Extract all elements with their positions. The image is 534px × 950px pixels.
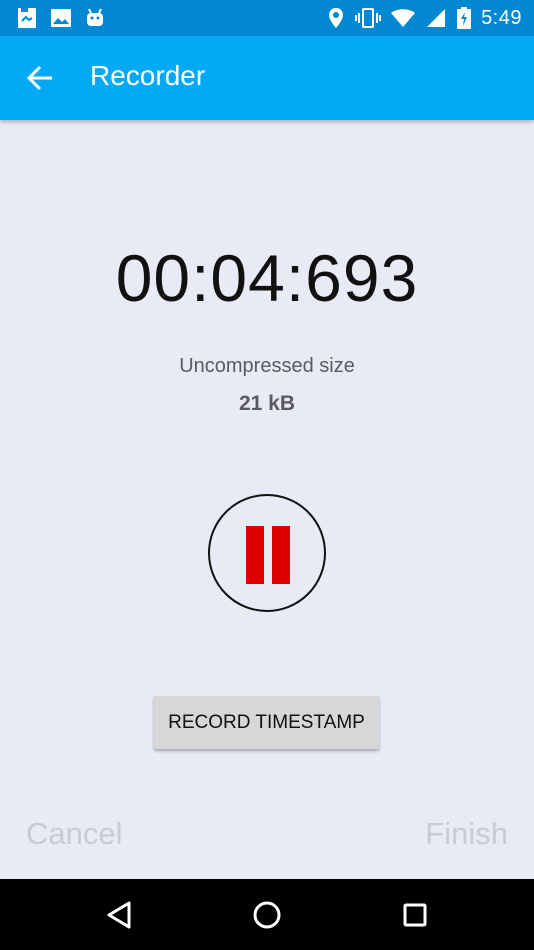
nav-home-button[interactable] [249,897,285,933]
nav-recents-button[interactable] [397,897,433,933]
notification-icons [16,6,106,30]
size-label: Uncompressed size [179,355,355,377]
file-icon [16,7,38,29]
status-bar: 5:49 [0,0,534,36]
recorder-screen: 5:49 Recorder 00:04:693 Uncompressed siz… [0,0,534,950]
android-icon [84,7,106,29]
nav-home-icon [249,901,285,937]
page-title: Recorder [90,60,206,91]
location-icon [327,7,345,29]
battery-charging-icon [457,7,472,29]
navigation-bar [0,879,534,950]
cancel-button[interactable]: Cancel [26,816,123,852]
finish-button[interactable]: Finish [425,816,508,852]
pause-bar-right [272,526,290,584]
arrow-back-icon [22,65,58,98]
nav-back-button[interactable] [101,897,137,933]
pause-bar-left [246,526,264,584]
nav-recents-icon [397,903,433,937]
record-timestamp-button[interactable]: RECORD TIMESTAMP [154,696,379,749]
vibrate-icon [355,7,382,29]
system-icons: 5:49 [327,6,522,30]
size-value: 21 kB [238,392,296,415]
back-button[interactable] [22,62,58,94]
pause-button[interactable] [208,494,326,612]
image-icon [50,7,72,29]
app-bar: Recorder [0,36,534,120]
nav-back-icon [101,901,137,937]
clock: 5:49 [481,6,522,29]
signal-icon [425,7,447,29]
wifi-icon [391,7,416,29]
elapsed-timer: 00:04:693 [115,241,419,315]
